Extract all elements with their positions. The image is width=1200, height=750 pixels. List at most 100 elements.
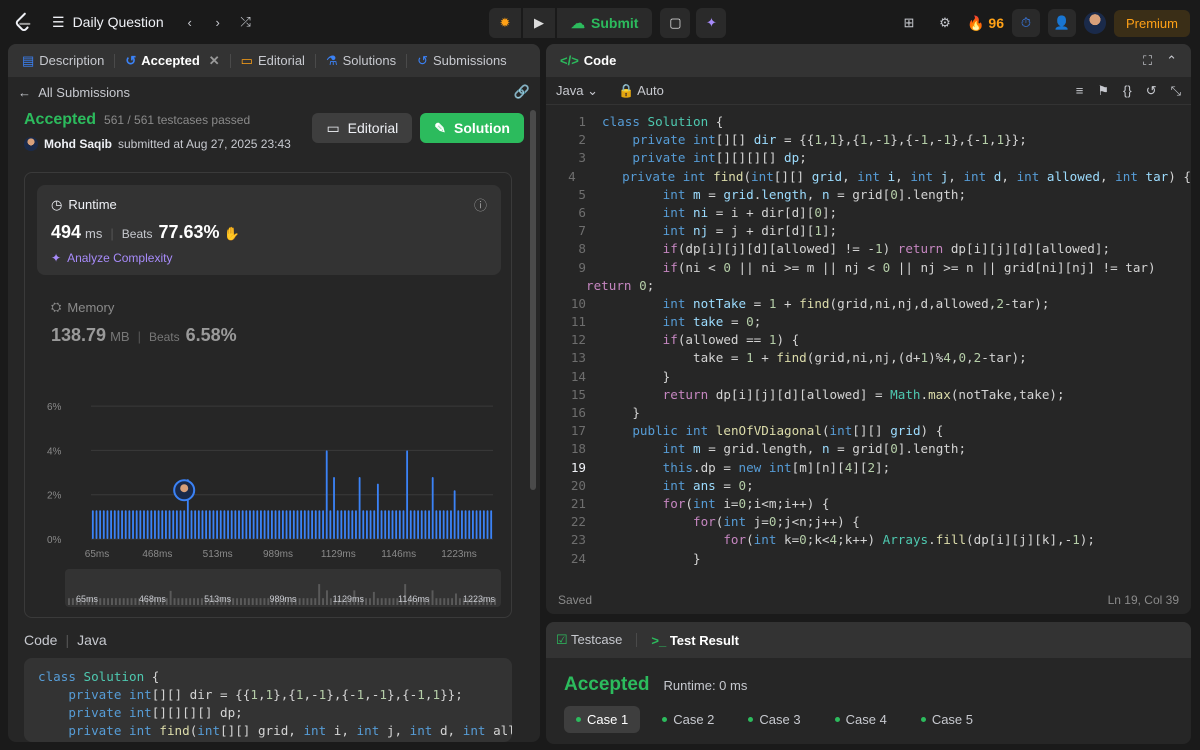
braces-icon[interactable]: {} [1123,83,1132,99]
layout-grid-icon[interactable]: ⊞ [895,9,923,37]
tab-testcase[interactable]: ☑ Testcase [556,632,622,648]
code-line[interactable]: 22 for(int j=0;j<n;j++) { [546,513,1191,531]
username[interactable]: Mohd Saqib [44,137,112,151]
streak-counter[interactable]: 🔥 96 [967,15,1004,32]
note-button[interactable]: ▢ [660,8,691,38]
shuffle-icon[interactable]: ⤮ [232,8,260,36]
code-line[interactable]: 3 private int[][][][] dp; [546,149,1191,167]
run-button[interactable]: ▶ [523,8,555,38]
prev-problem-button[interactable]: ‹ [176,8,204,36]
reset-icon[interactable]: ↺ [1146,83,1157,99]
premium-button[interactable]: Premium [1113,9,1190,37]
editorial-button[interactable]: ▭ Editorial [312,113,413,143]
tab-description[interactable]: ▤ Description [16,44,110,77]
tab-accepted[interactable]: ↺ Accepted ✕ [119,44,225,77]
line-number: 2 [578,132,586,148]
user-avatar[interactable] [1083,12,1106,34]
case-tab[interactable]: Case 5 [909,706,985,733]
case-tab[interactable]: Case 3 [736,706,812,733]
chart-bar [197,510,200,539]
code-line[interactable]: 7 int nj = j + dir[d][1]; [546,222,1191,240]
auto-mode[interactable]: 🔒 Auto [618,83,664,99]
chart-bar [376,483,379,539]
tab-code[interactable]: </> Code [554,44,622,77]
runtime-distribution-chart[interactable]: 6% 4% 2% 0% 65ms 468ms 513ms 989ms 1129ms 1146ms 1… [47,383,497,563]
next-problem-button[interactable]: › [204,8,232,36]
code-line[interactable]: 23 for(int k=0;k<4;k++) Arrays.fill(dp[i… [546,531,1191,549]
memory-values: 138.79 MB | Beats 6.58% [51,325,237,346]
chart-bar [300,510,303,539]
code-line[interactable]: 17 public int lenOfVDiagonal(int[][] gri… [546,422,1191,440]
avatar-face [180,484,189,493]
minimap-bar [306,598,309,605]
case-tab[interactable]: Case 2 [650,706,726,733]
submit-button[interactable]: ☁ Submit [557,8,653,38]
submit-label: Submit [591,15,639,31]
link-icon[interactable]: 🔗 [514,84,530,100]
chart-bar [165,510,167,539]
submitted-code-snippet[interactable]: class Solution { private int[][] dir = {… [24,658,512,742]
debug-button[interactable]: ✹ [489,8,521,38]
case-tab[interactable]: Case 1 [564,706,641,733]
code-line[interactable]: 12 if(allowed == 1) { [546,331,1191,349]
minimap-tick-label: 65ms [76,594,99,604]
code-line[interactable]: 11 int take = 0; [546,313,1191,331]
code-line[interactable]: 2 private int[][] dir = {{1,1},{1,-1},{-… [546,131,1191,149]
runtime-card[interactable]: ◷ Runtime ⓘ 494 ms | Beats 77.63% ✋ ✦ Anal… [37,185,501,275]
chart-bar [453,490,456,539]
code-line[interactable]: 5 int m = grid.length, n = grid[0].lengt… [546,186,1191,204]
language-select[interactable]: Java ⌄ [556,83,598,99]
fullscreen-icon[interactable]: ⤡ [1171,83,1181,99]
line-number: 15 [570,386,586,402]
chart-bar [303,510,306,539]
solution-button[interactable]: ✎ Solution [420,113,524,143]
tab-submissions[interactable]: ↺ Submissions [411,44,513,77]
maximize-icon[interactable]: ⛶ [1143,53,1152,69]
code-line[interactable]: 14 } [546,368,1191,386]
add-friend-icon[interactable]: 👤 [1047,9,1076,37]
tab-test-result[interactable]: >_ Test Result [651,633,739,648]
code-line[interactable]: 10 int notTake = 1 + find(grid,ni,nj,d,a… [546,295,1191,313]
x-tick-label: 1223ms [441,549,477,560]
memory-card[interactable]: ⛭ Memory 138.79 MB | Beats 6.58% [51,299,237,346]
testcases-passed: 561 / 561 testcases passed [104,113,251,127]
code-line[interactable]: 21 for(int i=0;i<m;i++) { [546,495,1191,513]
case-tab[interactable]: Case 4 [823,706,899,733]
code-line[interactable]: 16 } [546,404,1191,422]
chart-bar [157,510,160,539]
settings-icon[interactable]: ⚙ [931,9,959,37]
chart-range-minimap[interactable]: 65ms 468ms 513ms 989ms 1129ms 1146ms 1223ms [65,569,501,607]
problem-list-nav[interactable]: ☰ Daily Question [52,14,164,31]
timer-icon[interactable]: ⏱ [1011,9,1040,37]
info-icon[interactable]: ⓘ [474,195,487,214]
submission-nav-row: ← All Submissions 🔗 [8,77,540,107]
code-line[interactable]: 15 return dp[i][j][d][allowed] = Math.ma… [546,386,1191,404]
code-line[interactable]: 19 this.dp = new int[m][n][4][2]; [546,459,1191,477]
code-line[interactable]: 8 if(dp[i][j][d][allowed] != -1) return … [546,240,1191,258]
ai-assist-button[interactable]: ✦ [696,8,727,38]
code-line[interactable]: 9 if(ni < 0 || ni >= m || nj < 0 || nj >… [546,259,1191,277]
leetcode-logo-icon[interactable] [12,11,34,33]
code-line[interactable]: 20 int ans = 0; [546,477,1191,495]
code-editor[interactable]: 1 class Solution {2 private int[][] dir =… [546,113,1191,583]
code-line[interactable]: 1 class Solution { [546,113,1191,131]
code-line[interactable]: 13 take = 1 + find(grid,ni,nj,(d+1)%4,0,… [546,349,1191,367]
bookmark-icon[interactable]: ⚑ [1097,83,1109,99]
tab-solutions[interactable]: ⚗ Solutions [320,44,402,77]
left-panel-scrollbar[interactable] [530,110,536,490]
format-icon[interactable]: ≡ [1076,83,1084,99]
collapse-icon[interactable]: ⌃ [1166,53,1177,69]
terminal-icon: >_ [651,632,667,648]
code-line[interactable]: 18 int m = grid.length, n = grid[0].leng… [546,440,1191,458]
line-number: 16 [570,405,586,420]
code-line[interactable]: 6 int ni = i + dir[d][0]; [546,204,1191,222]
tab-editorial[interactable]: ▭ Editorial [235,44,311,77]
code-line[interactable]: 24 } [546,550,1191,568]
runtime-value: 494 [51,222,82,242]
code-line[interactable]: 4 private int find(int[][] grid, int i, … [546,168,1191,186]
close-icon[interactable]: ✕ [209,53,220,69]
minimap-bar [435,598,438,605]
all-submissions-link[interactable]: ← All Submissions [18,85,130,100]
analyze-complexity-link[interactable]: ✦ Analyze Complexity [51,251,487,265]
code-line[interactable]: return 0; [546,277,1191,295]
